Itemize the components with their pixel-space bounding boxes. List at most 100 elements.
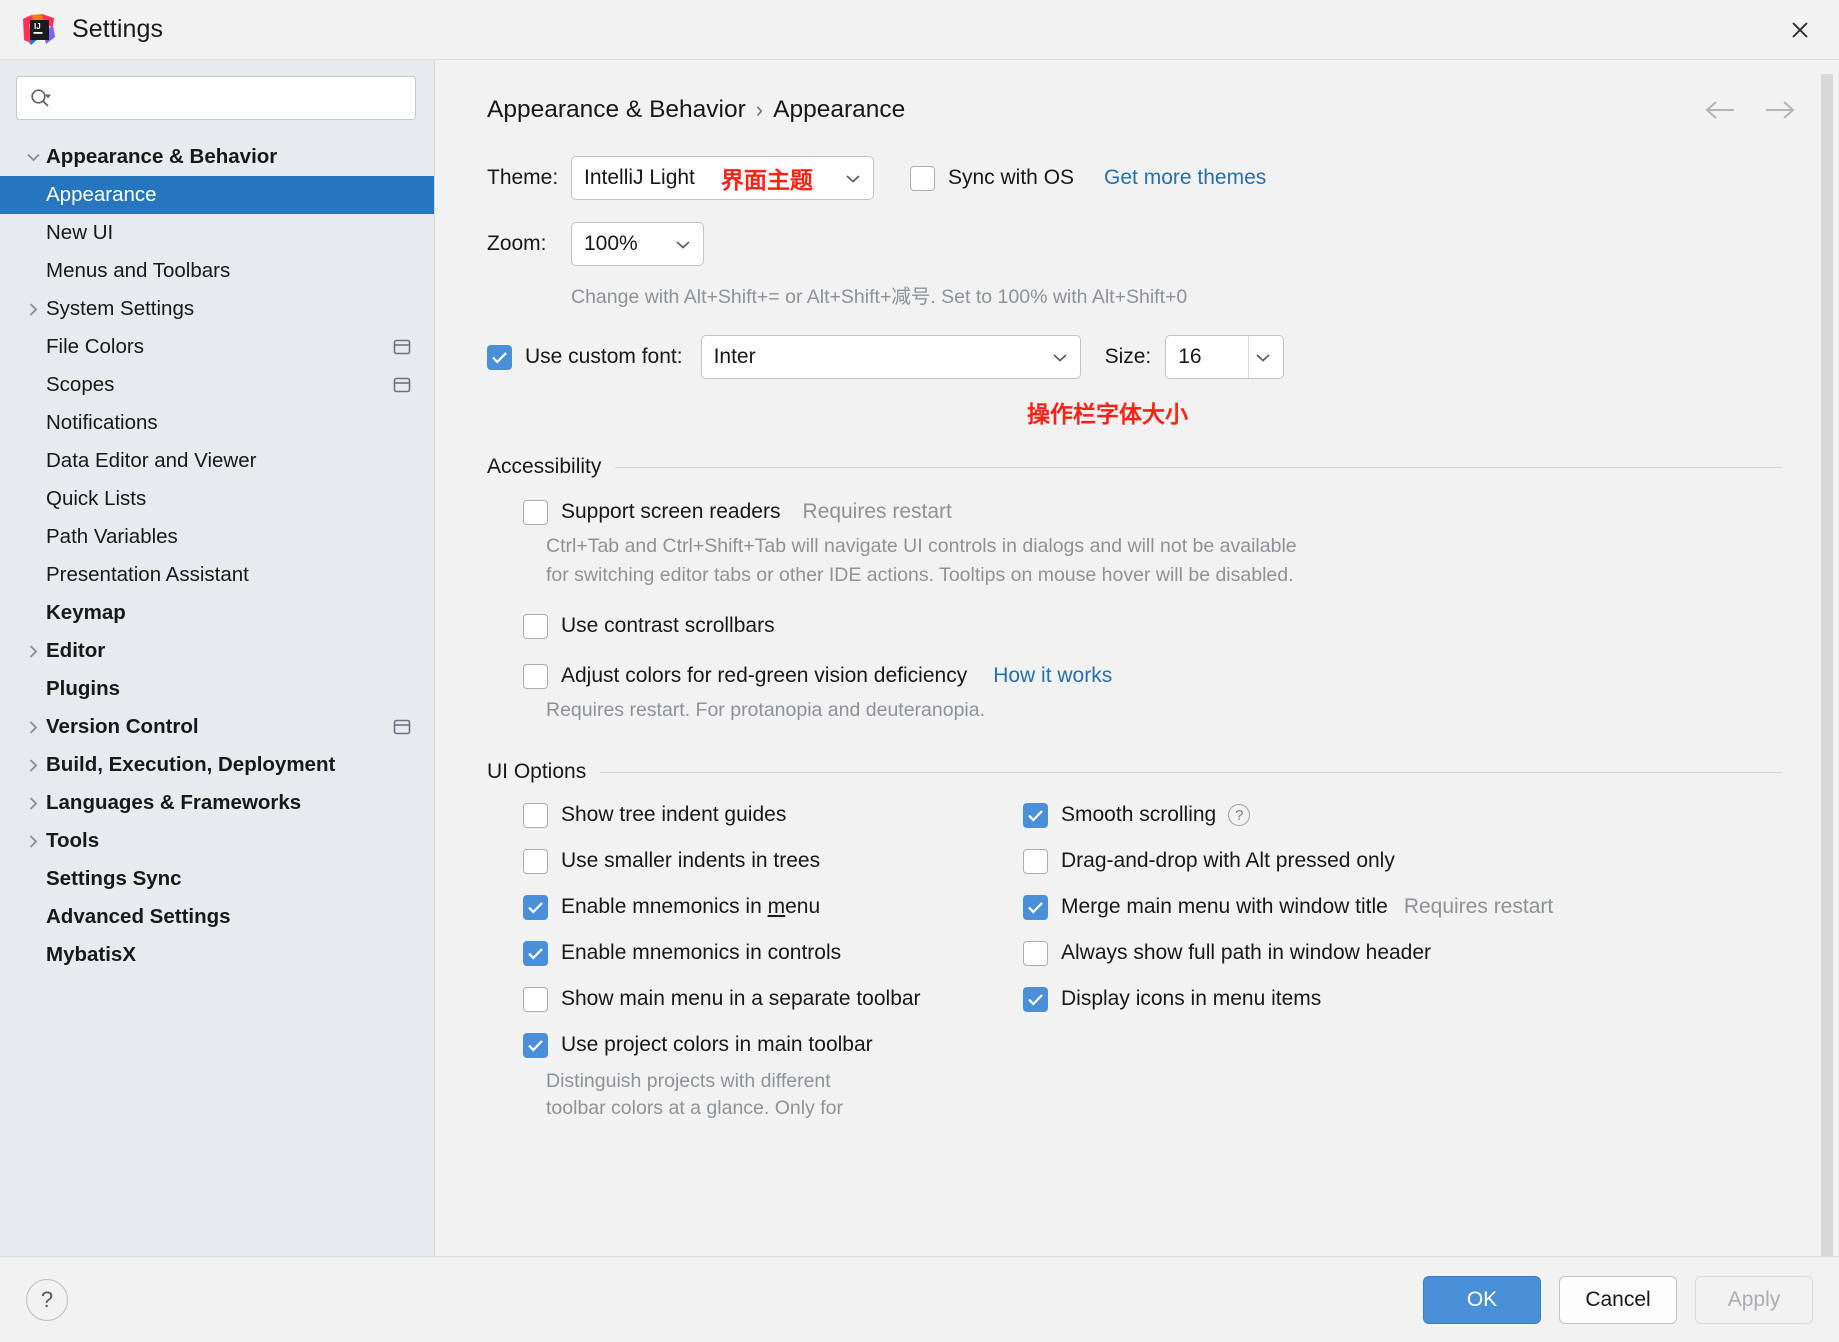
- theme-row: Theme: IntelliJ Light 界面主题 Sync with OS …: [487, 156, 1781, 200]
- chevron-right-icon[interactable]: [20, 834, 46, 849]
- sidebar-item-file-colors[interactable]: File Colors: [0, 328, 434, 366]
- use-contrast-scrollbars-checkbox[interactable]: [523, 613, 548, 639]
- sidebar-item-presentation-assistant[interactable]: Presentation Assistant: [0, 556, 434, 594]
- merge-main-menu-with-window-title-label: Merge main menu with window title: [1061, 895, 1388, 918]
- custom-font-select[interactable]: Inter: [700, 335, 1081, 379]
- show-tree-indent-guides-label: Show tree indent guides: [561, 803, 787, 826]
- chevron-right-icon[interactable]: [20, 644, 46, 659]
- apply-button[interactable]: Apply: [1695, 1275, 1813, 1324]
- support-screen-readers-row: Support screen readers Requires restart: [523, 489, 1781, 535]
- display-icons-in-menu-items-checkbox[interactable]: [1023, 986, 1048, 1012]
- sidebar-item-tools[interactable]: Tools: [0, 822, 434, 860]
- use-smaller-indents-in-trees-checkbox[interactable]: [523, 848, 548, 874]
- zoom-select[interactable]: 100%: [571, 222, 704, 266]
- sidebar-item-version-control[interactable]: Version Control: [0, 708, 434, 746]
- sidebar-item-label: Build, Execution, Deployment: [46, 753, 336, 776]
- show-tree-indent-guides-checkbox[interactable]: [523, 802, 548, 828]
- red-green-description: Requires restart. For protanopia and deu…: [546, 699, 986, 721]
- arrow-right-icon[interactable]: [1761, 99, 1797, 121]
- zoom-value: 100%: [584, 232, 638, 255]
- sidebar-item-menus-and-toolbars[interactable]: Menus and Toolbars: [0, 252, 434, 290]
- sync-with-os-checkbox[interactable]: [910, 165, 935, 191]
- enable-mnemonics-in-controls-checkbox[interactable]: [523, 940, 548, 966]
- window-title: Settings: [72, 15, 164, 43]
- help-button[interactable]: ?: [26, 1278, 68, 1321]
- sidebar-item-path-variables[interactable]: Path Variables: [0, 518, 434, 556]
- sidebar-item-appearance[interactable]: Appearance: [0, 176, 434, 214]
- theme-select[interactable]: IntelliJ Light 界面主题: [571, 156, 874, 200]
- drag-and-drop-with-alt-pressed-only-checkbox[interactable]: [1023, 848, 1048, 874]
- sidebar-item-build-execution-deployment[interactable]: Build, Execution, Deployment: [0, 746, 434, 784]
- smooth-scrolling-label: Smooth scrolling: [1061, 803, 1217, 826]
- sidebar-item-label: Version Control: [46, 715, 199, 738]
- theme-annotation: 界面主题: [720, 167, 813, 193]
- font-size-select[interactable]: 16: [1165, 335, 1285, 379]
- sidebar-item-label: Editor: [46, 639, 106, 662]
- sidebar-item-quick-lists[interactable]: Quick Lists: [0, 480, 434, 518]
- sidebar-item-new-ui[interactable]: New UI: [0, 214, 434, 252]
- ui-option-row-use-smaller-indents-in-trees: Use smaller indents in trees: [523, 838, 1023, 884]
- cancel-button[interactable]: Cancel: [1559, 1275, 1677, 1324]
- always-show-full-path-in-window-header-checkbox[interactable]: [1023, 940, 1048, 966]
- search-box[interactable]: [16, 76, 416, 120]
- support-screen-readers-checkbox[interactable]: [523, 499, 548, 525]
- chevron-right-icon[interactable]: [20, 302, 46, 317]
- sidebar-item-settings-sync[interactable]: Settings Sync: [0, 860, 434, 898]
- use-smaller-indents-in-trees-label: Use smaller indents in trees: [561, 849, 821, 872]
- sidebar-item-keymap[interactable]: Keymap: [0, 594, 434, 632]
- sidebar-item-plugins[interactable]: Plugins: [0, 670, 434, 708]
- ui-options-columns: Show tree indent guides Use smaller inden…: [487, 792, 1781, 1068]
- adjust-colors-red-green-checkbox[interactable]: [523, 663, 548, 689]
- enable-mnemonics-in-menu-checkbox[interactable]: [523, 894, 548, 920]
- ok-button[interactable]: OK: [1423, 1275, 1541, 1324]
- chevron-down-icon: [1046, 352, 1080, 363]
- chevron-down-icon: [669, 239, 703, 250]
- sidebar-item-mybatisx[interactable]: MybatisX: [0, 936, 434, 974]
- sidebar-item-scopes[interactable]: Scopes: [0, 366, 434, 404]
- adjust-colors-red-green-label: Adjust colors for red-green vision defic…: [561, 664, 968, 687]
- chevron-down-icon: [1248, 336, 1283, 378]
- zoom-label: Zoom:: [487, 232, 547, 255]
- breadcrumb-separator: ›: [755, 97, 764, 122]
- close-icon[interactable]: [1783, 13, 1817, 47]
- use-project-colors-in-main-toolbar-checkbox[interactable]: [523, 1032, 548, 1058]
- breadcrumb: Appearance & Behavior › Appearance: [487, 88, 1795, 132]
- sidebar-item-languages-frameworks[interactable]: Languages & Frameworks: [0, 784, 434, 822]
- sidebar-item-label: Tools: [46, 829, 100, 852]
- arrow-left-icon[interactable]: [1703, 99, 1739, 121]
- help-icon[interactable]: ?: [1228, 804, 1251, 826]
- sidebar-item-appearance-behavior[interactable]: Appearance & Behavior: [0, 138, 434, 176]
- main-vertical-scrollbar[interactable]: [1821, 74, 1833, 1256]
- search-icon: [29, 87, 52, 110]
- sidebar-item-notifications[interactable]: Notifications: [0, 404, 434, 442]
- merge-main-menu-with-window-title-badge: Requires restart: [1403, 895, 1554, 918]
- chevron-right-icon[interactable]: [20, 720, 46, 735]
- screen-readers-description-line1: Ctrl+Tab and Ctrl+Shift+Tab will navigat…: [546, 535, 1297, 557]
- sidebar-item-label: System Settings: [46, 297, 195, 320]
- ui-option-row-enable-mnemonics-in-menu: Enable mnemonics in menu: [523, 884, 1023, 930]
- show-main-menu-in-a-separate-toolbar-checkbox[interactable]: [523, 986, 548, 1012]
- get-more-themes-link[interactable]: Get more themes: [1104, 166, 1266, 190]
- ui-option-row-enable-mnemonics-in-controls: Enable mnemonics in controls: [523, 930, 1023, 976]
- use-custom-font-checkbox[interactable]: [487, 344, 512, 370]
- how-it-works-link[interactable]: How it works: [993, 664, 1112, 688]
- sidebar-item-editor[interactable]: Editor: [0, 632, 434, 670]
- chevron-down-icon[interactable]: [20, 152, 46, 162]
- support-screen-readers-badge: Requires restart: [802, 500, 952, 523]
- sidebar-item-data-editor-and-viewer[interactable]: Data Editor and Viewer: [0, 442, 434, 480]
- ui-option-row-use-project-colors-in-main-toolbar: Use project colors in main toolbar: [523, 1022, 1023, 1068]
- chevron-right-icon[interactable]: [20, 796, 46, 811]
- drag-and-drop-with-alt-pressed-only-label: Drag-and-drop with Alt pressed only: [1061, 849, 1395, 872]
- sidebar-item-label: Appearance: [46, 183, 157, 206]
- chevron-right-icon[interactable]: [20, 758, 46, 773]
- smooth-scrolling-checkbox[interactable]: [1023, 802, 1048, 828]
- use-custom-font-label: Use custom font:: [525, 345, 683, 368]
- merge-main-menu-with-window-title-checkbox[interactable]: [1023, 894, 1048, 920]
- ui-option-row-show-main-menu-in-a-separate-toolbar: Show main menu in a separate toolbar: [523, 976, 1023, 1022]
- breadcrumb-parent[interactable]: Appearance & Behavior: [487, 96, 746, 124]
- search-input[interactable]: [58, 86, 403, 110]
- sidebar-item-advanced-settings[interactable]: Advanced Settings: [0, 898, 434, 936]
- sidebar-item-system-settings[interactable]: System Settings: [0, 290, 434, 328]
- always-show-full-path-in-window-header-label: Always show full path in window header: [1061, 941, 1432, 964]
- sidebar-item-label: Scopes: [46, 373, 115, 396]
